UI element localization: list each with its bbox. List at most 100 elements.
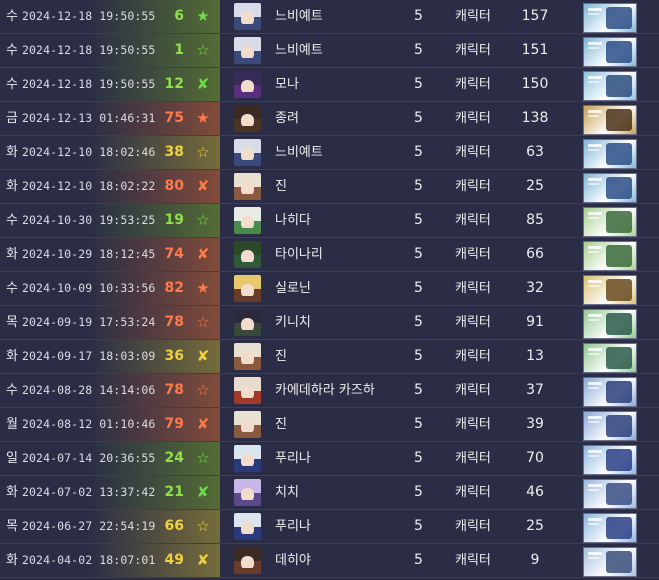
table-row: 수 2024-08-28 14:14:06 78 ☆ 카에데하라 카즈하 5 캐릭터 37: [0, 374, 659, 408]
weekday: 수: [6, 281, 18, 296]
character-avatar: [234, 173, 261, 200]
pull-datetime: 2024-08-12 01:10:46: [22, 417, 156, 431]
banner-title-mark: [588, 484, 602, 487]
avatar-outfit: [236, 466, 259, 472]
character-name: 느비예트: [275, 9, 323, 24]
banner-thumbnail[interactable]: [583, 173, 637, 203]
table-row: 월 2024-08-12 01:10:46 79 ✘ 진 5 캐릭터 39: [0, 408, 659, 442]
item-type: 캐릭터: [455, 315, 491, 330]
pull-datetime: 2024-07-02 13:37:42: [22, 485, 156, 499]
banner-title-mark: [588, 314, 602, 317]
table-row: 목 2024-06-27 22:54:19 66 ☆ 푸리나 5 캐릭터 25: [0, 510, 659, 544]
banner-thumbnail[interactable]: [583, 377, 637, 407]
banner-subtitle-mark: [588, 557, 599, 559]
banner-thumbnail[interactable]: [583, 105, 637, 135]
pull-history-table: 수 2024-12-18 19:50:55 6 ★ 느비예트 5 캐릭터 157 수 2024-1…: [0, 0, 659, 580]
pull-datetime: 2024-12-18 19:50:55: [22, 9, 156, 23]
banner-title-mark: [588, 450, 602, 453]
rarity: 5: [414, 314, 423, 330]
character-name: 타이나리: [275, 247, 323, 262]
weekday: 화: [6, 179, 18, 194]
avatar-outfit: [236, 160, 259, 166]
banner-subtitle-mark: [588, 251, 599, 253]
item-type: 캐릭터: [455, 179, 491, 194]
banner-character-art: [606, 415, 632, 437]
banner-title-mark: [588, 348, 602, 351]
item-type: 캐릭터: [455, 145, 491, 160]
avatar-outfit: [236, 92, 259, 98]
avatar-outfit: [236, 262, 259, 268]
banner-thumbnail[interactable]: [583, 479, 637, 509]
banner-thumbnail[interactable]: [583, 309, 637, 339]
banner-character-art: [606, 211, 632, 233]
weekday: 목: [6, 519, 18, 534]
pity-count: 24: [164, 450, 184, 466]
rarity: 5: [414, 8, 423, 24]
character-avatar: [234, 445, 261, 472]
character-avatar: [234, 105, 261, 132]
banner-thumbnail[interactable]: [583, 547, 637, 577]
character-avatar: [234, 275, 261, 302]
character-name: 모나: [275, 77, 299, 92]
character-name: 데히야: [275, 553, 311, 568]
weekday: 화: [6, 145, 18, 160]
banner-thumbnail[interactable]: [583, 37, 637, 67]
avatar-outfit: [236, 398, 259, 404]
banner-character-art: [606, 109, 632, 131]
banner-thumbnail[interactable]: [583, 3, 637, 33]
character-avatar: [234, 377, 261, 404]
banner-thumbnail[interactable]: [583, 71, 637, 101]
item-type: 캐릭터: [455, 383, 491, 398]
pity-count: 66: [164, 518, 184, 534]
item-type: 캐릭터: [455, 485, 491, 500]
item-type: 캐릭터: [455, 213, 491, 228]
character-avatar: [234, 547, 261, 574]
item-type: 캐릭터: [455, 451, 491, 466]
avatar-outfit: [236, 296, 259, 302]
table-row: 화 2024-09-17 18:03:09 36 ✘ 진 5 캐릭터 13: [0, 340, 659, 374]
banner-title-mark: [588, 110, 602, 113]
table-row: 목 2024-09-19 17:53:24 78 ☆ 키니치 5 캐릭터 91: [0, 306, 659, 340]
banner-thumbnail[interactable]: [583, 513, 637, 543]
banner-thumbnail[interactable]: [583, 139, 637, 169]
avatar-outfit: [236, 364, 259, 370]
banner-subtitle-mark: [588, 183, 599, 185]
banner-thumbnail[interactable]: [583, 207, 637, 237]
pull-datetime: 2024-08-28 14:14:06: [22, 383, 156, 397]
pull-datetime: 2024-12-13 01:46:31: [22, 111, 156, 125]
table-row: 수 2024-12-18 19:50:55 12 ✘ 모나 5 캐릭터 150: [0, 68, 659, 102]
weekday: 월: [6, 417, 18, 432]
table-row: 화 2024-04-02 18:07:01 49 ✘ 데히야 5 캐릭터 9: [0, 544, 659, 578]
pull-datetime: 2024-12-10 18:02:22: [22, 179, 156, 193]
banner-thumbnail[interactable]: [583, 241, 637, 271]
result-badge-icon: ★: [196, 7, 210, 25]
avatar-outfit: [236, 500, 259, 506]
rarity: 5: [414, 144, 423, 160]
pity-count: 82: [164, 280, 184, 296]
result-badge-icon: ☆: [196, 143, 210, 161]
table-row: 수 2024-10-30 19:53:25 19 ☆ 나히다 5 캐릭터 85: [0, 204, 659, 238]
banner-thumbnail[interactable]: [583, 411, 637, 441]
weekday: 수: [6, 213, 18, 228]
pull-number: 70: [526, 450, 544, 466]
pull-number: 157: [521, 8, 549, 24]
banner-subtitle-mark: [588, 523, 599, 525]
pull-datetime: 2024-12-18 19:50:55: [22, 43, 156, 57]
banner-character-art: [606, 7, 632, 29]
banner-subtitle-mark: [588, 353, 599, 355]
table-row: 수 2024-12-18 19:50:55 6 ★ 느비예트 5 캐릭터 157: [0, 0, 659, 34]
banner-character-art: [606, 449, 632, 471]
item-type: 캐릭터: [455, 43, 491, 58]
banner-character-art: [606, 517, 632, 539]
banner-thumbnail[interactable]: [583, 275, 637, 305]
pity-count: 79: [164, 416, 184, 432]
banner-subtitle-mark: [588, 47, 599, 49]
character-avatar: [234, 37, 261, 64]
character-avatar: [234, 207, 261, 234]
character-name: 진: [275, 179, 287, 194]
pull-number: 91: [526, 314, 544, 330]
banner-character-art: [606, 483, 632, 505]
banner-thumbnail[interactable]: [583, 445, 637, 475]
pull-number: 32: [526, 280, 544, 296]
banner-thumbnail[interactable]: [583, 343, 637, 373]
